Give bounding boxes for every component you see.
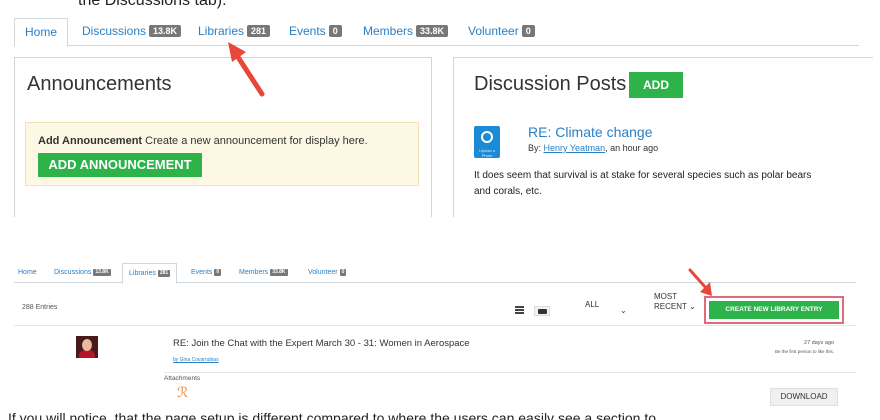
red-arrow-annotation: [228, 42, 265, 97]
filter-select[interactable]: ALL: [585, 300, 599, 309]
count-badge: 13.8K: [149, 25, 182, 37]
tab-label: Events: [191, 269, 213, 276]
avatar-caption: Upload a Photo: [478, 148, 495, 158]
notice-title: Add Announcement: [38, 135, 143, 147]
tab-label: Home: [18, 269, 37, 276]
post-byline: By: Henry Yeatman, an hour ago: [528, 143, 658, 153]
post-title-link[interactable]: RE: Climate change: [528, 124, 653, 140]
count-badge: 0: [521, 25, 535, 37]
list-view-icon[interactable]: [515, 306, 524, 314]
tab-home[interactable]: Home: [18, 265, 37, 283]
sort-label-line: RECENT ⌄: [654, 302, 696, 311]
tab-label: Discussions: [82, 24, 147, 38]
tab-volunteer[interactable]: Volunteer 0: [468, 18, 535, 46]
folder-view-icon[interactable]: [534, 306, 550, 316]
tab-bar: Home Discussions 13.8K Libraries 281 Event…: [14, 263, 856, 284]
announcement-notice: Add Announcement Create a new announceme…: [25, 122, 419, 186]
like-text[interactable]: Be the first person to like this.: [740, 349, 834, 354]
post-time: , an hour ago: [605, 143, 659, 153]
highlight-box: CREATE NEW LIBRARY ENTRY: [704, 296, 844, 324]
tab-label: Events: [289, 24, 326, 38]
tab-libraries[interactable]: Libraries 281: [122, 263, 178, 284]
post-body-line: It does seem that survival is at stake f…: [474, 170, 812, 181]
entry-time: 27 days ago: [804, 340, 834, 346]
attachments-label: Attachments: [164, 375, 201, 382]
add-announcement-button[interactable]: ADD ANNOUNCEMENT: [38, 153, 202, 177]
post-body: It does seem that survival is at stake f…: [474, 168, 864, 200]
count-badge: 281: [247, 25, 271, 37]
entries-count: 288 Entries: [22, 304, 58, 311]
add-post-button[interactable]: ADD: [629, 72, 683, 98]
tab-label: Libraries: [129, 270, 156, 277]
author-link[interactable]: Henry Yeatman: [544, 143, 606, 153]
entry-author-link[interactable]: by Gina Covarrubias: [173, 357, 219, 363]
avatar[interactable]: [76, 336, 98, 358]
divider: [164, 372, 856, 373]
count-badge: 33.8K: [416, 25, 449, 37]
tab-label: Libraries: [198, 24, 245, 38]
tab-volunteer[interactable]: Volunteer 0: [308, 265, 347, 283]
tab-events[interactable]: Events 0: [191, 265, 222, 283]
count-badge: 0: [328, 25, 342, 37]
create-library-entry-button[interactable]: CREATE NEW LIBRARY ENTRY: [709, 301, 839, 319]
tab-discussions[interactable]: Discussions 13.8K: [82, 18, 182, 46]
download-button[interactable]: DOWNLOAD: [770, 388, 838, 406]
count-badge: 33.8K: [270, 269, 288, 276]
avatar[interactable]: Upload a Photo: [474, 126, 500, 158]
tab-label: Home: [25, 25, 58, 39]
count-badge: 0: [339, 269, 347, 276]
attachment-file-icon[interactable]: ℛ: [177, 384, 188, 401]
count-badge: 281: [157, 270, 171, 277]
tab-label: Volunteer: [308, 269, 338, 276]
entry-title-link[interactable]: RE: Join the Chat with the Expert March …: [173, 338, 470, 349]
document-text-top: the Discussions tab).: [78, 0, 227, 9]
tab-bar: Home Discussions 13.8K Libraries 281 Event…: [14, 18, 859, 47]
count-badge: 13.8K: [93, 269, 111, 276]
tab-home[interactable]: Home: [14, 18, 69, 47]
panel-title: Announcements: [27, 73, 172, 95]
tab-label: Members: [239, 269, 269, 276]
tab-members[interactable]: Members 33.8K: [239, 265, 288, 283]
count-badge: 0: [214, 269, 222, 276]
panel-title: Discussion Posts: [474, 73, 627, 95]
tab-label: Members: [363, 24, 414, 38]
user-icon: [481, 131, 493, 143]
tab-label: Volunteer: [468, 24, 519, 38]
document-text-bottom: If you will notice, that the page setup …: [8, 410, 656, 420]
tab-events[interactable]: Events 0: [289, 18, 342, 46]
red-arrow-annotation: [688, 268, 712, 296]
post-body-line: and corals, etc.: [474, 186, 542, 197]
chevron-down-icon[interactable]: ⌄: [620, 306, 627, 315]
tab-members[interactable]: Members 33.8K: [363, 18, 449, 46]
tab-discussions[interactable]: Discussions 13.8K: [54, 265, 111, 283]
chevron-down-icon: ⌄: [688, 302, 696, 311]
tab-label: Discussions: [54, 269, 92, 276]
by-prefix: By:: [528, 143, 542, 153]
notice-text: Create a new announcement for display he…: [145, 135, 368, 147]
